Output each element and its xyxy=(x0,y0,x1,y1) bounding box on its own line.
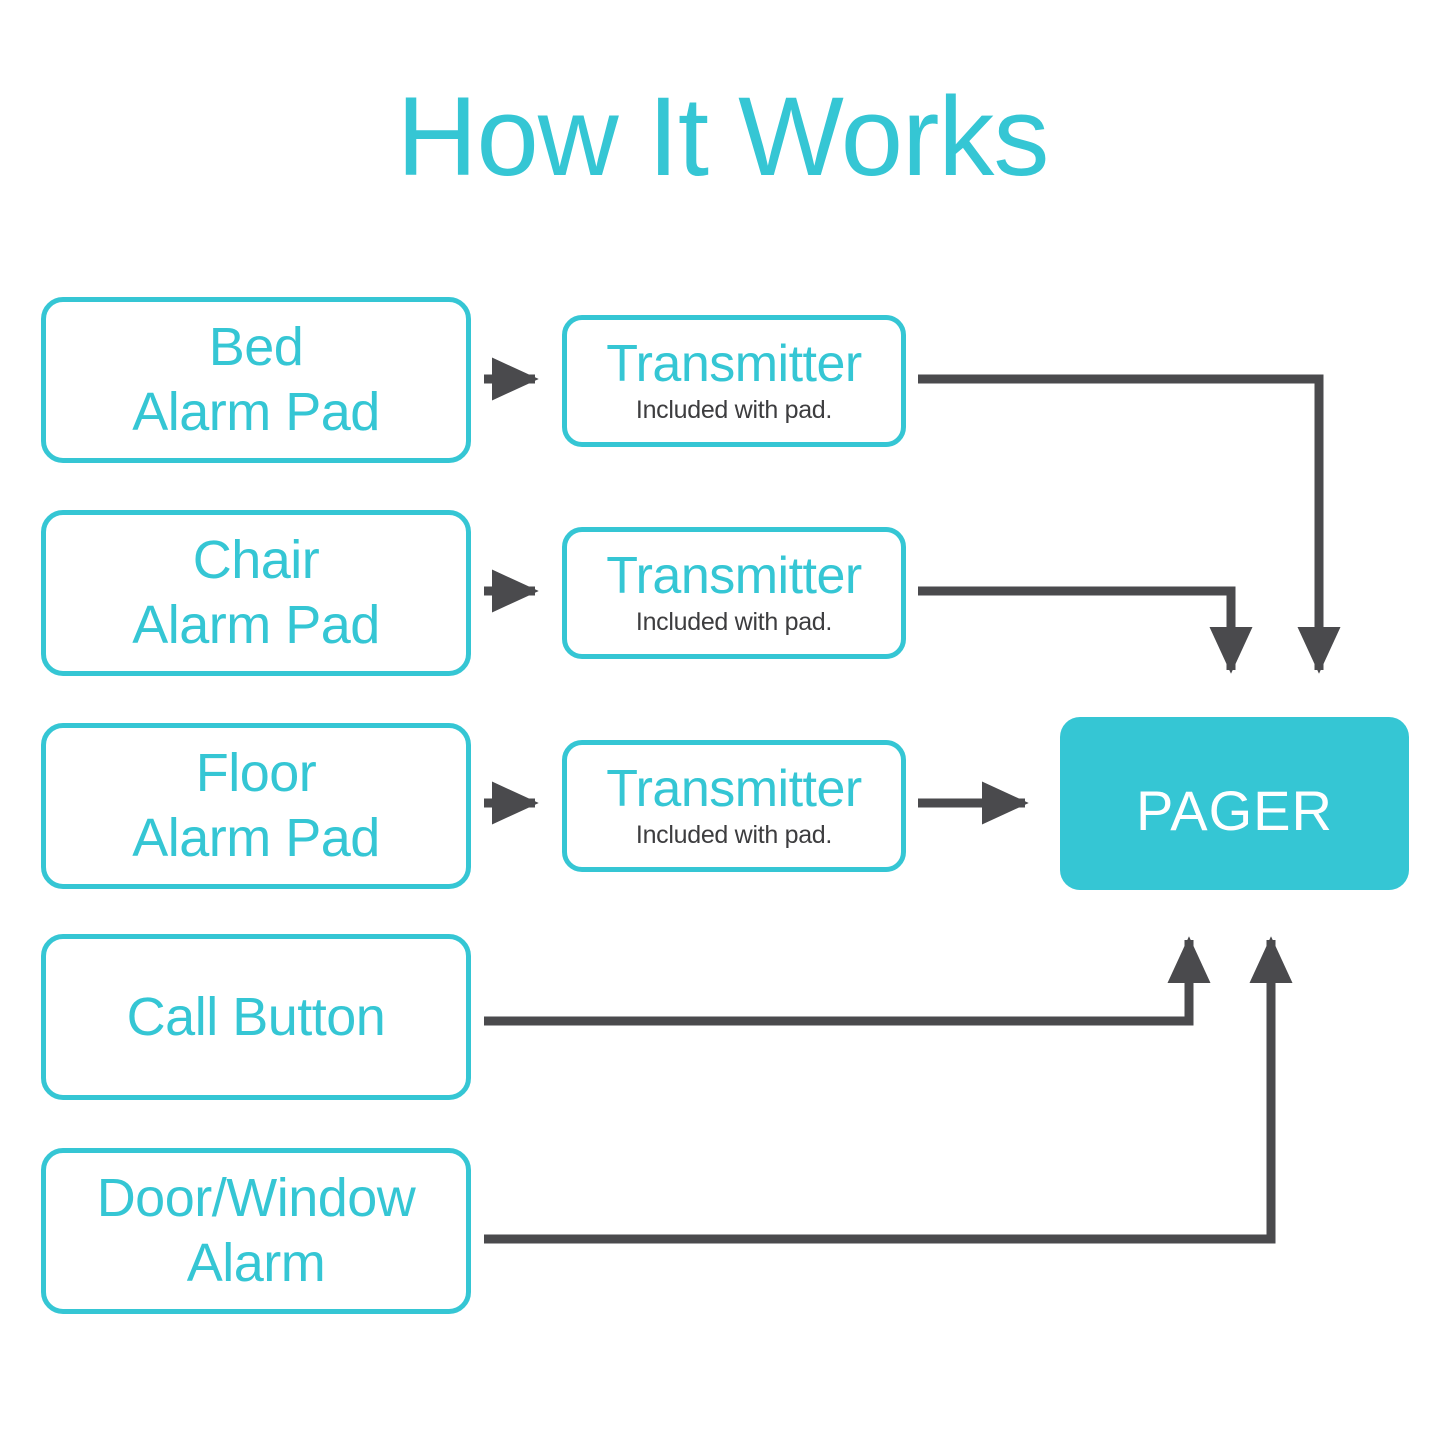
transmitter-title: Transmitter xyxy=(606,335,862,393)
connector-transmitter-bed-to-pager xyxy=(918,374,1341,674)
node-call-button[interactable]: Call Button xyxy=(41,934,471,1100)
node-label-line-1: Chair xyxy=(192,530,320,590)
node-label-line-2: Alarm Pad xyxy=(132,382,380,442)
node-label-line-1: Floor xyxy=(195,743,317,803)
transmitter-subtitle: Included with pad. xyxy=(635,396,833,424)
node-label-line-2: Alarm Pad xyxy=(132,595,380,655)
node-transmitter-floor[interactable]: Transmitter Included with pad. xyxy=(562,740,906,872)
node-bed-alarm-pad[interactable]: Bed Alarm Pad xyxy=(41,297,471,463)
node-label-line-2: Alarm Pad xyxy=(132,808,380,868)
node-label-line-2: Alarm xyxy=(186,1233,326,1293)
node-door-window-alarm[interactable]: Door/Window Alarm xyxy=(41,1148,471,1314)
diagram-canvas: How It Works Bed Alarm Pad Chair Alarm P… xyxy=(0,0,1445,1445)
transmitter-subtitle: Included with pad. xyxy=(635,608,833,636)
page-title: How It Works xyxy=(396,74,1050,199)
transmitter-title: Transmitter xyxy=(606,760,862,818)
node-pager[interactable]: PAGER xyxy=(1060,717,1409,890)
node-chair-alarm-pad[interactable]: Chair Alarm Pad xyxy=(41,510,471,676)
pager-label: PAGER xyxy=(1136,778,1333,842)
node-label-line-1: Door/Window xyxy=(96,1168,416,1228)
node-label-line-1: Call Button xyxy=(126,986,386,1047)
node-label-line-1: Bed xyxy=(208,317,304,377)
connector-transmitter-chair-to-pager xyxy=(918,586,1253,674)
node-transmitter-bed[interactable]: Transmitter Included with pad. xyxy=(562,315,906,447)
transmitter-title: Transmitter xyxy=(606,547,862,605)
node-transmitter-chair[interactable]: Transmitter Included with pad. xyxy=(562,527,906,659)
transmitter-subtitle: Included with pad. xyxy=(635,821,833,849)
connector-call-button-to-pager xyxy=(484,936,1211,1026)
connector-door-window-to-pager xyxy=(484,936,1293,1244)
node-floor-alarm-pad[interactable]: Floor Alarm Pad xyxy=(41,723,471,889)
